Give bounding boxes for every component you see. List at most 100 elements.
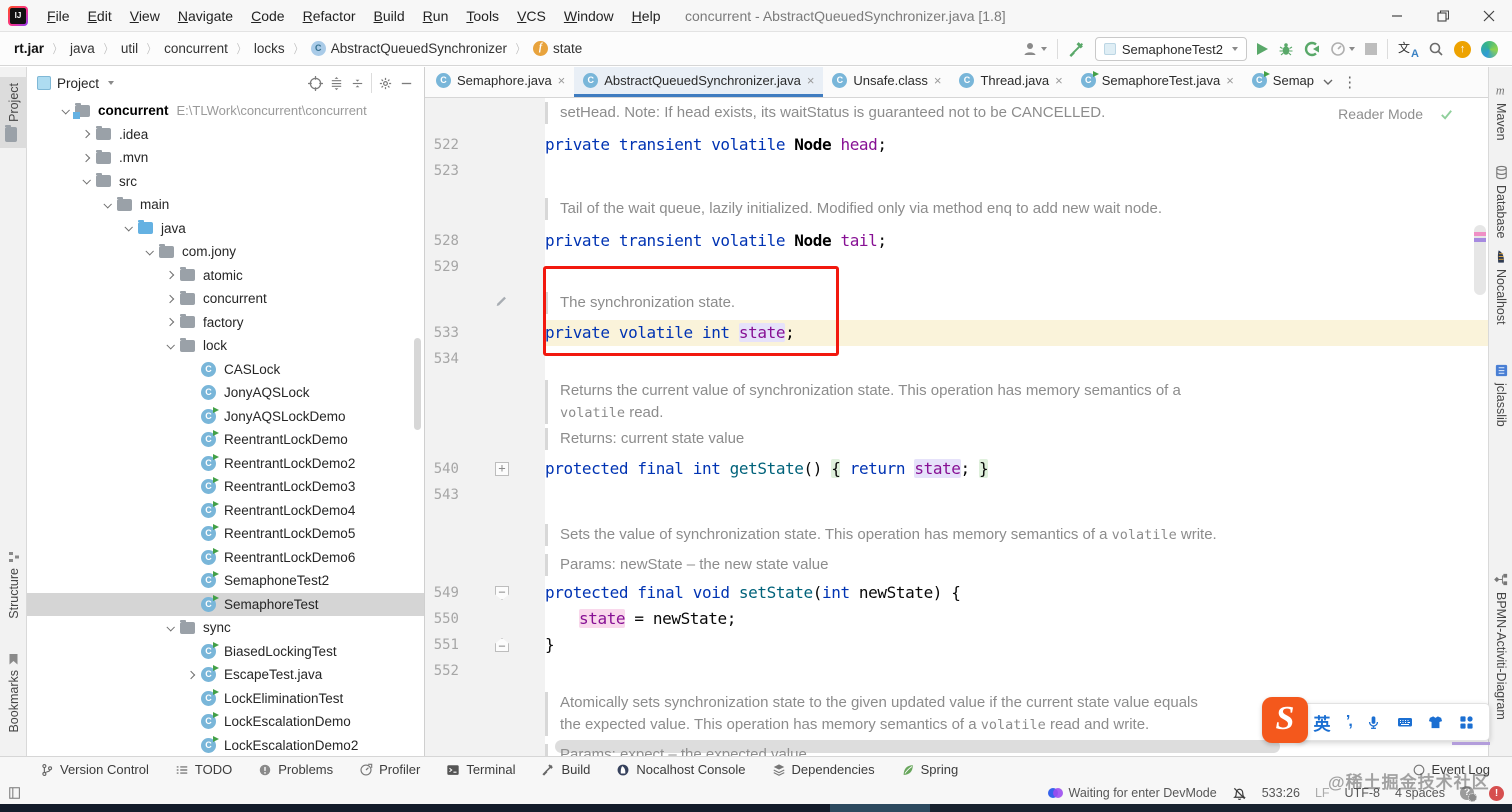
ime-toolbox-icon[interactable] xyxy=(1459,715,1474,730)
code-line[interactable]: 550 state = newState; xyxy=(425,606,1488,632)
ime-skin-icon[interactable] xyxy=(1428,715,1443,730)
menu-item-refactor[interactable]: Refactor xyxy=(294,0,365,32)
user-profile-icon[interactable] xyxy=(1022,41,1047,57)
tabs-more-icon[interactable]: ⋮ xyxy=(1339,67,1361,97)
inspections-ok-icon[interactable] xyxy=(1439,107,1454,122)
tree-item-reentrantlockdemo[interactable]: C ReentrantLockDemo xyxy=(27,428,424,452)
error-indicator-icon[interactable]: ! xyxy=(1489,785,1504,801)
code-line[interactable]: 551} xyxy=(425,632,1488,658)
menu-item-run[interactable]: Run xyxy=(414,0,458,32)
toolwindow-button-dependencies[interactable]: Dependencies xyxy=(772,762,875,777)
toolwindow-button-build[interactable]: Build xyxy=(541,762,590,777)
hide-panel-icon[interactable] xyxy=(399,76,414,91)
locate-file-icon[interactable] xyxy=(308,75,323,91)
tree-item-reentrantlockdemo5[interactable]: C ReentrantLockDemo5 xyxy=(27,522,424,546)
tool-tab-jclasslib[interactable]: jclasslib xyxy=(1489,363,1512,427)
fold-marker-icon[interactable] xyxy=(495,462,509,476)
doc-comment-line[interactable]: Returns the current value of synchroniza… xyxy=(425,372,1488,428)
chevron-down-icon[interactable] xyxy=(97,199,117,209)
tree-item-lockeliminationtest[interactable]: C LockEliminationTest xyxy=(27,687,424,711)
editor-tab-semap[interactable]: C Semap xyxy=(1243,67,1317,97)
code-line[interactable]: 540 protected final int getState() { retu… xyxy=(425,456,1488,482)
menu-item-file[interactable]: File xyxy=(38,0,79,32)
chevron-down-icon[interactable] xyxy=(160,340,180,350)
tree-item-semaphonetest2[interactable]: C SemaphoneTest2 xyxy=(27,569,424,593)
chevron-right-icon[interactable] xyxy=(76,130,96,139)
chevron-right-icon[interactable] xyxy=(76,153,96,162)
chevron-down-icon[interactable] xyxy=(55,105,75,115)
code-line[interactable]: 549 protected final void setState(int new… xyxy=(425,580,1488,606)
doc-comment-line[interactable]: Params: newState – the new state value xyxy=(425,554,1488,580)
close-button[interactable] xyxy=(1466,0,1512,32)
tool-tab-structure[interactable]: Structure xyxy=(0,545,27,625)
editor-tab-semaphore-java[interactable]: C Semaphore.java × xyxy=(427,67,574,97)
fold-marker-icon[interactable] xyxy=(495,638,509,652)
tree-item--mvn[interactable]: .mvn xyxy=(27,146,424,170)
ime-punctuation-toggle[interactable]: ’, xyxy=(1346,713,1353,731)
editor-tab-unsafe-class[interactable]: C Unsafe.class × xyxy=(823,67,950,97)
chevron-right-icon[interactable] xyxy=(160,318,180,327)
tree-item-sync[interactable]: sync xyxy=(27,616,424,640)
breadcrumb-item-java[interactable]: java xyxy=(70,41,95,56)
debug-button[interactable] xyxy=(1278,41,1294,57)
close-icon[interactable]: × xyxy=(934,74,942,87)
run-button[interactable] xyxy=(1257,43,1268,55)
chevron-down-icon[interactable] xyxy=(76,176,96,185)
ime-keyboard-icon[interactable] xyxy=(1397,714,1413,730)
tree-item-atomic[interactable]: atomic xyxy=(27,264,424,288)
tree-item-caslock[interactable]: C CASLock xyxy=(27,358,424,382)
tree-item-jonyaqslockdemo[interactable]: C JonyAQSLockDemo xyxy=(27,405,424,429)
plugin-ball-icon[interactable] xyxy=(1481,40,1498,58)
tree-item-reentrantlockdemo6[interactable]: C ReentrantLockDemo6 xyxy=(27,546,424,570)
tree-item-com-jony[interactable]: com.jony xyxy=(27,240,424,264)
menu-item-help[interactable]: Help xyxy=(623,0,670,32)
menu-item-vcs[interactable]: VCS xyxy=(508,0,555,32)
toolwindow-button-terminal[interactable]: Terminal xyxy=(446,762,515,777)
toolwindow-button-profiler[interactable]: Profiler xyxy=(359,762,420,777)
breadcrumb-item-state[interactable]: f state xyxy=(533,41,582,56)
toolwindow-button-nocalhost-console[interactable]: Nocalhost Console xyxy=(616,762,746,777)
tool-tab-bookmarks[interactable]: Bookmarks xyxy=(0,647,27,739)
doc-comment-line[interactable]: Sets the value of synchronization state.… xyxy=(425,508,1488,554)
breadcrumb-item-util[interactable]: util xyxy=(121,41,138,56)
tree-item-concurrent[interactable]: concurrent xyxy=(27,287,424,311)
profiler-button[interactable] xyxy=(1330,41,1355,57)
toolwindow-button-problems[interactable]: Problems xyxy=(258,762,333,777)
ime-language-toggle[interactable]: 英 xyxy=(1313,710,1330,735)
menu-item-edit[interactable]: Edit xyxy=(79,0,121,32)
menu-item-tools[interactable]: Tools xyxy=(457,0,508,32)
expand-all-icon[interactable] xyxy=(329,76,344,91)
minimize-button[interactable] xyxy=(1374,0,1420,32)
menu-item-code[interactable]: Code xyxy=(242,0,293,32)
search-everywhere-icon[interactable] xyxy=(1428,41,1444,57)
tree-item-escapetest-java[interactable]: C EscapeTest.java xyxy=(27,663,424,687)
tree-item-concurrent[interactable]: concurrent E:\TLWork\concurrent\concurren… xyxy=(27,99,424,123)
close-icon[interactable]: × xyxy=(558,74,566,87)
chevron-down-icon[interactable] xyxy=(160,622,180,632)
sogou-ime-logo[interactable]: S xyxy=(1262,697,1308,743)
tool-tab-maven[interactable]: m Maven xyxy=(1489,83,1512,140)
tree-item-java[interactable]: java xyxy=(27,217,424,241)
doc-comment-line[interactable]: Tail of the wait queue, lazily initializ… xyxy=(425,184,1488,228)
tree-item-lock[interactable]: lock xyxy=(27,334,424,358)
collapse-all-icon[interactable] xyxy=(350,76,365,91)
breadcrumb-item-concurrent[interactable]: concurrent xyxy=(164,41,228,56)
reader-mode-toggle[interactable]: Reader Mode xyxy=(1338,106,1423,122)
close-icon[interactable]: × xyxy=(1226,74,1234,87)
stop-button[interactable] xyxy=(1365,43,1377,55)
tabs-dropdown-icon[interactable] xyxy=(1317,67,1339,97)
toolwindow-button-spring[interactable]: Spring xyxy=(901,762,958,777)
edit-pencil-icon[interactable] xyxy=(495,293,509,307)
caret-position[interactable]: 533:26 xyxy=(1262,786,1300,800)
tool-tab-project[interactable]: Project xyxy=(0,77,27,148)
build-hammer-icon[interactable] xyxy=(1068,41,1085,58)
menu-item-build[interactable]: Build xyxy=(365,0,414,32)
chevron-right-icon[interactable] xyxy=(160,271,180,280)
settings-gear-icon[interactable] xyxy=(378,76,393,91)
menu-item-view[interactable]: View xyxy=(121,0,169,32)
nocalhost-status[interactable]: Waiting for enter DevMode xyxy=(1047,786,1217,801)
toolwindow-toggle-icon[interactable] xyxy=(8,786,22,800)
breadcrumb-item-rt.jar[interactable]: rt.jar xyxy=(14,41,44,56)
breadcrumb-item-abstractqueuedsynchronizer[interactable]: C AbstractQueuedSynchronizer xyxy=(310,41,507,56)
toolwindow-button-version-control[interactable]: Version Control xyxy=(40,762,149,777)
